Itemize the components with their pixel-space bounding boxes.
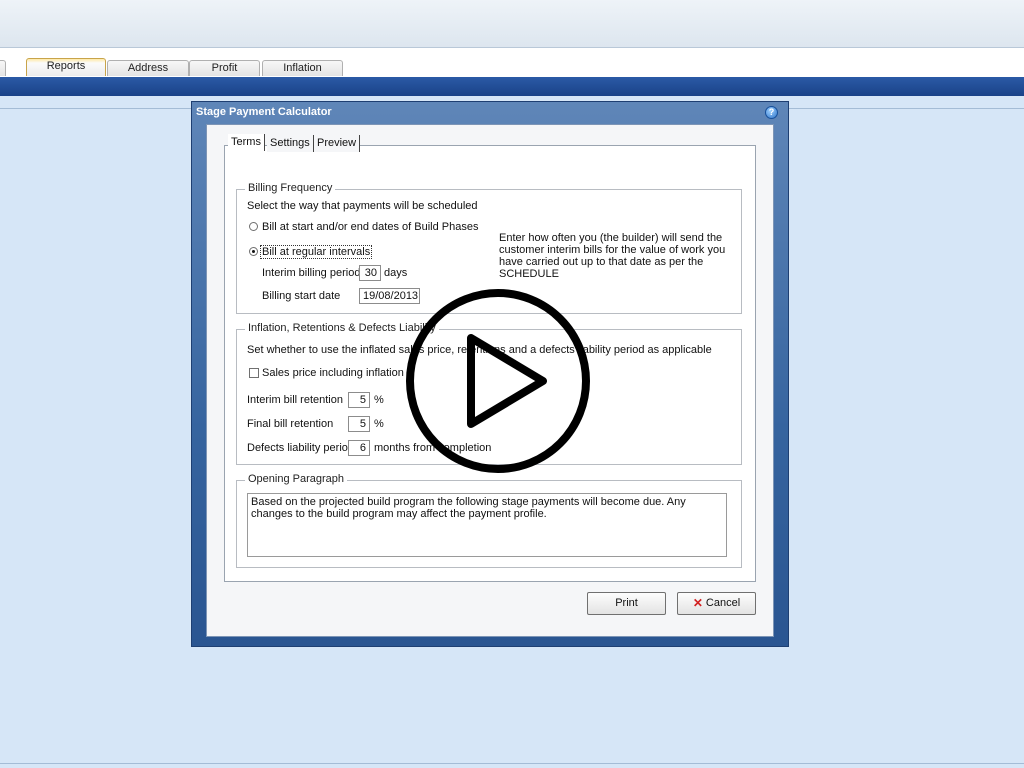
tab-inflation[interactable]: Inflation [262,60,343,76]
close-icon: ✕ [692,596,703,610]
play-icon[interactable] [403,286,593,476]
start-date-label: Billing start date [262,290,341,302]
billing-help-note: Enter how often you (the builder) will s… [499,232,726,280]
tab-preview[interactable]: Preview [314,135,361,152]
cancel-button[interactable]: ✕ Cancel [677,592,756,615]
tab-address[interactable]: Address [107,60,189,76]
print-button[interactable]: Print [587,592,666,615]
radio-build-phases[interactable] [249,222,258,231]
opening-paragraph-legend: Opening Paragraph [245,473,348,485]
interim-period-input[interactable]: 30 [359,265,381,281]
interim-period-unit: days [384,267,408,279]
radio-regular-intervals[interactable] [249,247,258,256]
interim-retention-unit: % [374,394,384,406]
defects-period-label: Defects liability period [247,442,354,454]
title-area [0,0,1024,48]
final-retention-input[interactable]: 5 [348,416,370,432]
cancel-button-label: Cancel [705,597,741,609]
final-retention-label: Final bill retention [247,418,334,430]
tab-profit[interactable]: Profit [189,60,260,76]
tab-partial[interactable] [0,60,6,76]
interim-retention-label: Interim bill retention [247,394,343,406]
sales-price-inflation-checkbox[interactable] [249,368,259,378]
defects-period-input[interactable]: 6 [348,440,370,456]
dialog-title: Stage Payment Calculator [196,106,332,118]
radio-build-phases-label[interactable]: Bill at start and/or end dates of Build … [262,221,478,233]
opening-paragraph-group: Opening Paragraph Based on the projected… [236,473,742,568]
final-retention-unit: % [374,418,384,430]
interim-period-label: Interim billing period [262,267,361,279]
radio-regular-intervals-label[interactable]: Bill at regular intervals [260,245,373,259]
tab-reports[interactable]: Reports [26,58,106,76]
app-tab-bar: Reports Address Profit Inflation [0,48,1024,77]
sales-price-inflation-label[interactable]: Sales price including inflation [262,367,404,379]
ribbon-band [0,77,1024,96]
opening-paragraph-textarea[interactable]: Based on the projected build program the… [247,493,727,557]
help-icon[interactable]: ? [765,106,778,119]
billing-frequency-legend: Billing Frequency [245,182,336,194]
tab-terms[interactable]: Terms [228,134,265,151]
status-divider [0,763,1024,764]
billing-intro: Select the way that payments will be sch… [247,200,478,212]
tab-settings[interactable]: Settings [267,135,314,152]
interim-retention-input[interactable]: 5 [348,392,370,408]
